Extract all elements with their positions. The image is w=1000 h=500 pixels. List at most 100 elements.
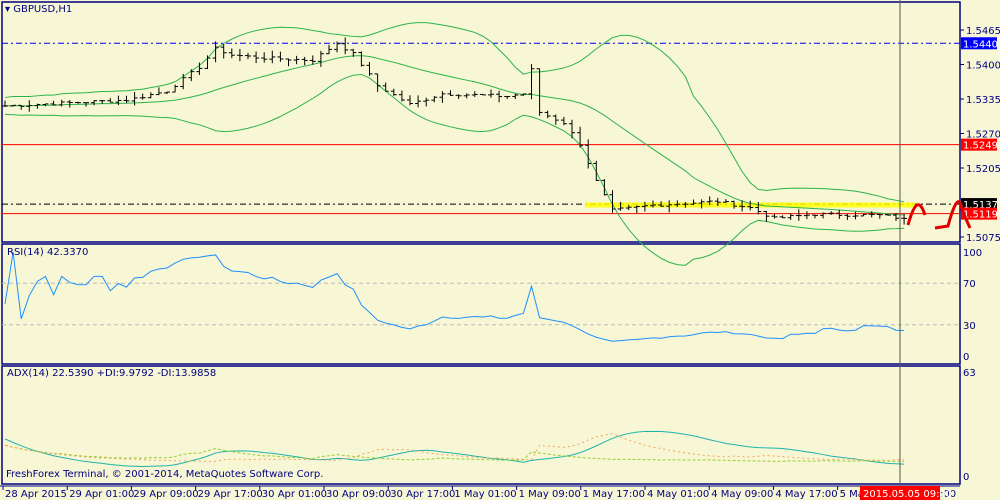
adx-tick-label: 63 <box>963 368 976 379</box>
price-tick-label: 1.5335 <box>966 95 1000 106</box>
price-bar <box>512 93 519 100</box>
time-tick-label: 4 May 17:00 <box>775 489 837 500</box>
time-tick-label: 1 May 17:00 <box>583 489 645 500</box>
price-tick-label: 1.5270 <box>966 130 1000 141</box>
price-bar <box>463 93 470 99</box>
price-bar <box>407 95 413 106</box>
chart-window[interactable]: 1.5440 1.5249 1.5137 1.5119 1.5465 1.5400 1.53… <box>0 0 1000 500</box>
price-bar <box>155 87 162 96</box>
price-bar <box>488 89 494 98</box>
time-tick-label: 30 Apr 09:00 <box>326 489 391 500</box>
copyright: FreshForex Terminal, © 2001-2014, MetaQu… <box>6 469 324 480</box>
rsi-label: RSI(14) 42.3370 <box>7 247 89 258</box>
time-tick-label: 30 Apr 01:00 <box>262 489 327 500</box>
price-bar <box>107 98 114 103</box>
price-bar <box>74 101 81 104</box>
price-bar <box>423 97 430 107</box>
price-bar <box>91 100 98 106</box>
rsi-tick-label: 0 <box>963 352 969 363</box>
time-tick-label: 4 May 01:00 <box>647 489 709 500</box>
price-bar <box>342 37 349 55</box>
price-tick-label: 1.5075 <box>966 233 1000 244</box>
price-bar <box>228 48 235 59</box>
price-bar <box>593 160 600 181</box>
time-tick-label: 29 Apr 17:00 <box>198 489 263 500</box>
chart-canvas[interactable]: 1.54401.52491.51371.51191.54651.54001.53… <box>0 0 1000 500</box>
price-level-label: 1.5249 <box>963 141 998 152</box>
rsi-tick-label: 30 <box>963 321 976 332</box>
price-bar <box>795 209 802 221</box>
price-bar <box>196 62 203 75</box>
price-bar <box>180 73 187 90</box>
symbol-title-text: GBPUSD,H1 <box>13 4 73 15</box>
price-bar <box>277 51 284 62</box>
rsi-pane-frame <box>1 243 961 365</box>
price-bar <box>26 100 33 112</box>
price-level-label: 1.5119 <box>963 210 998 221</box>
price-bar <box>245 52 251 60</box>
price-bar <box>390 88 397 96</box>
price-bar <box>787 213 794 220</box>
price-bar <box>836 209 843 219</box>
price-bar <box>471 91 478 98</box>
price-bar <box>779 215 786 219</box>
time-tick-label: 29 Apr 09:00 <box>133 489 198 500</box>
bollinger-upper <box>4 22 905 203</box>
price-bar <box>301 56 308 66</box>
rsi-tick-label: 70 <box>963 279 976 290</box>
price-bar <box>123 95 130 104</box>
adx-label: ADX(14) 22.5390 +DI:9.9792 -DI:13.9858 <box>7 368 217 379</box>
time-tick-label: 1 May 01:00 <box>454 489 516 500</box>
price-bar <box>455 94 462 99</box>
symbol-title: ▾ GBPUSD,H1 <box>5 4 72 15</box>
price-bar <box>771 213 778 219</box>
price-bar <box>358 51 365 67</box>
time-tick-label: 4 May 09:00 <box>711 489 773 500</box>
price-bar <box>50 100 57 106</box>
price-bar <box>398 90 405 102</box>
price-bar <box>366 61 373 76</box>
price-bar <box>285 58 292 67</box>
price-bar <box>479 93 486 96</box>
price-bar <box>261 52 268 63</box>
price-bar <box>803 211 810 220</box>
price-tick-label: 1.5465 <box>966 26 1000 37</box>
price-bar <box>431 96 438 103</box>
price-bar <box>58 99 65 107</box>
price-bar <box>528 64 535 100</box>
time-tick-label: 29 Apr 01:00 <box>69 489 134 500</box>
price-bar <box>544 110 551 119</box>
price-bar <box>852 211 859 220</box>
price-bar <box>609 190 616 213</box>
price-bar <box>504 95 511 100</box>
price-bar <box>844 213 851 220</box>
price-bar <box>439 91 446 103</box>
cursor-time-label: 2015.05.05 09:00 <box>863 489 952 500</box>
price-bar <box>447 90 454 96</box>
price-bar <box>188 69 195 82</box>
price-bar <box>204 55 211 70</box>
price-bar <box>66 100 73 108</box>
price-tick-label: 1.5205 <box>966 164 1000 175</box>
price-bar <box>560 116 567 126</box>
price-bar <box>876 213 883 219</box>
price-tick-label: 1.5400 <box>966 61 1000 72</box>
rsi-tick-label: 100 <box>963 248 982 259</box>
price-bar <box>536 68 543 116</box>
price-bar <box>34 103 41 109</box>
dropdown-arrow-icon[interactable]: ▾ <box>5 4 10 15</box>
price-bar <box>253 51 260 64</box>
price-bar <box>172 84 179 93</box>
price-bar <box>317 50 324 67</box>
price-bar <box>164 91 170 95</box>
time-tick-label: 28 Apr 2015 <box>5 489 67 500</box>
price-bar <box>415 95 422 108</box>
price-bar <box>496 90 503 103</box>
price-bar <box>812 214 818 219</box>
price-bar <box>147 92 154 99</box>
price-bar <box>293 55 300 65</box>
price-bar <box>269 50 276 64</box>
price-bar <box>828 211 835 215</box>
price-bar <box>326 44 332 55</box>
price-bar <box>2 100 8 108</box>
